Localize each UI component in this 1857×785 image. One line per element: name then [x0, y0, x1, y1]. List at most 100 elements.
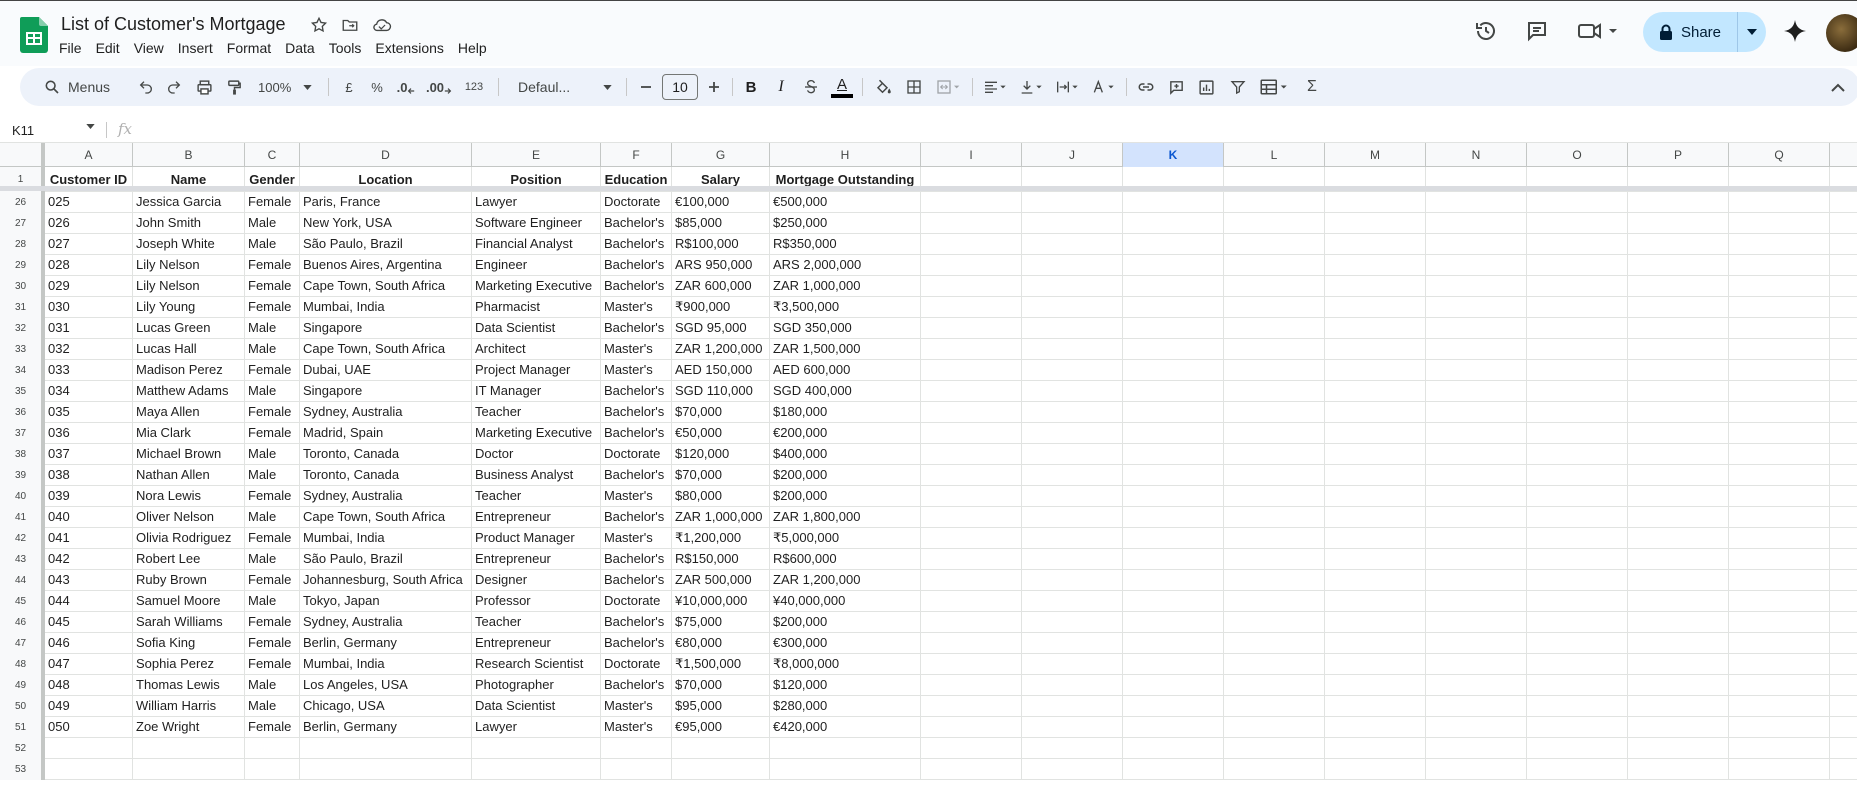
table-cell[interactable] [1123, 507, 1224, 528]
table-cell[interactable] [1123, 486, 1224, 507]
table-cell[interactable]: Master's [601, 717, 672, 738]
more-formats-button[interactable]: 123 [460, 68, 488, 106]
table-cell[interactable] [1123, 759, 1224, 780]
undo-icon[interactable] [132, 68, 160, 106]
table-cell[interactable] [1224, 528, 1325, 549]
table-cell[interactable] [1628, 255, 1729, 276]
table-cell[interactable]: $200,000 [770, 465, 921, 486]
table-cell[interactable]: Sydney, Australia [300, 612, 472, 633]
collapse-toolbar-icon[interactable] [1826, 68, 1850, 106]
table-cell[interactable] [1224, 486, 1325, 507]
table-cell[interactable]: 030 [45, 297, 133, 318]
table-cell[interactable]: 026 [45, 213, 133, 234]
table-cell[interactable]: Michael Brown [133, 444, 245, 465]
table-cell[interactable]: John Smith [133, 213, 245, 234]
table-cell[interactable] [1224, 192, 1325, 213]
insert-chart-icon[interactable] [1192, 68, 1220, 106]
gemini-sparkle-icon[interactable] [1782, 18, 1808, 44]
row-number[interactable]: 33 [0, 339, 45, 360]
table-cell[interactable]: Chicago, USA [300, 696, 472, 717]
table-cell[interactable]: Teacher [472, 402, 601, 423]
table-cell[interactable]: Female [245, 654, 300, 675]
table-cell[interactable] [1527, 486, 1628, 507]
table-cell[interactable] [921, 276, 1022, 297]
column-header-e[interactable]: E [472, 143, 601, 167]
table-cell[interactable] [1729, 549, 1830, 570]
table-cell[interactable] [1123, 255, 1224, 276]
redo-icon[interactable] [160, 68, 188, 106]
table-cell[interactable]: Bachelor's [601, 213, 672, 234]
table-cell[interactable] [1224, 276, 1325, 297]
table-cell[interactable]: Female [245, 486, 300, 507]
table-cell[interactable]: Toronto, Canada [300, 444, 472, 465]
table-cell[interactable]: Entrepreneur [472, 549, 601, 570]
table-cell[interactable] [1729, 738, 1830, 759]
table-cell[interactable] [1527, 213, 1628, 234]
table-cell[interactable]: ¥10,000,000 [672, 591, 770, 612]
table-cell[interactable] [1426, 696, 1527, 717]
table-cell[interactable] [1729, 339, 1830, 360]
merge-cells-icon[interactable] [930, 68, 966, 106]
table-cell[interactable] [1224, 717, 1325, 738]
borders-icon[interactable] [900, 68, 928, 106]
table-cell[interactable]: 039 [45, 486, 133, 507]
table-cell[interactable]: Singapore [300, 318, 472, 339]
table-cell[interactable] [1527, 423, 1628, 444]
table-cell[interactable] [1527, 654, 1628, 675]
table-cell[interactable] [1527, 444, 1628, 465]
table-cell[interactable] [1527, 591, 1628, 612]
table-cell[interactable]: ARS 950,000 [672, 255, 770, 276]
table-cell[interactable]: Photographer [472, 675, 601, 696]
row-number[interactable]: 32 [0, 318, 45, 339]
table-cell[interactable] [1426, 297, 1527, 318]
meet-video-icon[interactable] [1576, 18, 1620, 44]
row-number[interactable]: 53 [0, 759, 45, 780]
table-cell[interactable]: R$600,000 [770, 549, 921, 570]
table-cell[interactable] [601, 759, 672, 780]
table-cell[interactable]: Mumbai, India [300, 528, 472, 549]
table-cell[interactable] [1123, 381, 1224, 402]
table-cell[interactable] [1325, 360, 1426, 381]
table-cell[interactable]: Doctor [472, 444, 601, 465]
table-cell[interactable]: Lucas Green [133, 318, 245, 339]
table-cell[interactable] [1224, 696, 1325, 717]
table-cell[interactable]: $70,000 [672, 465, 770, 486]
table-cell[interactable] [1123, 654, 1224, 675]
table-cell[interactable]: Female [245, 612, 300, 633]
table-cell[interactable] [921, 570, 1022, 591]
table-cell[interactable] [1325, 759, 1426, 780]
table-cell[interactable] [1426, 381, 1527, 402]
table-cell[interactable]: Bachelor's [601, 423, 672, 444]
table-cell[interactable] [472, 738, 601, 759]
table-cell[interactable]: $120,000 [672, 444, 770, 465]
row-number[interactable]: 51 [0, 717, 45, 738]
table-cell[interactable] [1123, 528, 1224, 549]
row-number[interactable]: 34 [0, 360, 45, 381]
table-cell[interactable] [1527, 759, 1628, 780]
table-cell[interactable] [1325, 696, 1426, 717]
table-cell[interactable] [1123, 234, 1224, 255]
font-size-input[interactable]: 10 [662, 74, 698, 100]
row-number[interactable]: 42 [0, 528, 45, 549]
zoom-select[interactable]: 100% [254, 68, 316, 106]
table-cell[interactable]: SGD 110,000 [672, 381, 770, 402]
table-cell[interactable]: Engineer [472, 255, 601, 276]
filter-views-icon[interactable] [1254, 68, 1294, 106]
table-cell[interactable]: ₹8,000,000 [770, 654, 921, 675]
table-cell[interactable] [1022, 381, 1123, 402]
text-color-button[interactable]: A [828, 68, 856, 106]
table-cell[interactable]: ₹1,200,000 [672, 528, 770, 549]
table-cell[interactable] [921, 255, 1022, 276]
table-cell[interactable] [1123, 360, 1224, 381]
table-cell[interactable] [1325, 192, 1426, 213]
table-cell[interactable]: €420,000 [770, 717, 921, 738]
table-cell[interactable] [1628, 444, 1729, 465]
table-cell[interactable] [921, 402, 1022, 423]
table-cell[interactable]: Robert Lee [133, 549, 245, 570]
star-icon[interactable] [309, 15, 329, 35]
table-cell[interactable]: Sophia Perez [133, 654, 245, 675]
table-cell[interactable] [1628, 612, 1729, 633]
table-cell[interactable]: Berlin, Germany [300, 717, 472, 738]
table-cell[interactable] [1123, 423, 1224, 444]
table-cell[interactable] [1224, 444, 1325, 465]
